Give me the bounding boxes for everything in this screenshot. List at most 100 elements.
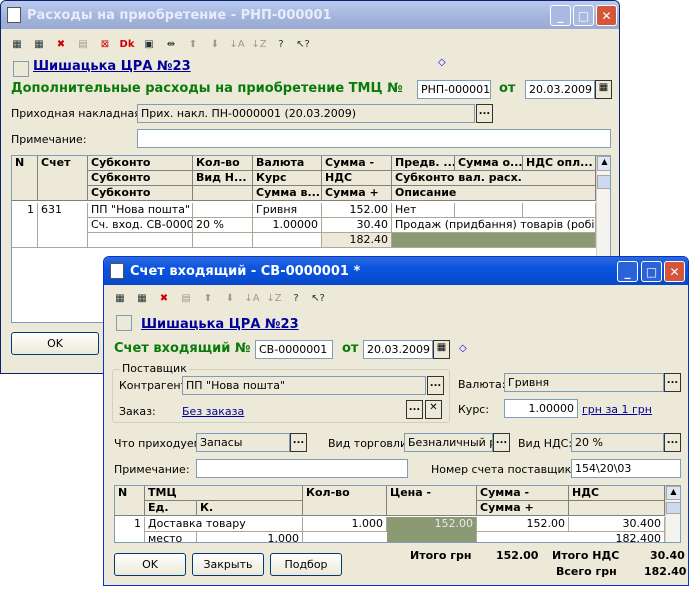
up-icon[interactable]: ⬆ <box>183 35 203 53</box>
minimize-button[interactable]: _ <box>550 5 571 26</box>
doc-number-field[interactable]: СВ-0000001 <box>255 340 333 359</box>
row-unit[interactable]: место <box>145 532 197 542</box>
col-pred[interactable]: Предв. ... <box>392 156 455 171</box>
org-box[interactable] <box>116 315 132 331</box>
delete-row-icon[interactable]: ✖ <box>154 289 174 307</box>
row-sum[interactable]: 152.00 <box>322 203 392 218</box>
col-k[interactable]: К. <box>197 501 303 516</box>
row-pred[interactable]: Нет <box>392 203 455 218</box>
row-sum-cur[interactable] <box>253 233 322 248</box>
sort-desc-icon[interactable]: ↓Z <box>264 289 284 307</box>
row-rate[interactable]: 1.00000 <box>253 218 322 233</box>
form-icon[interactable]: ▣ <box>139 35 159 53</box>
col-sum[interactable]: Сумма - <box>477 486 569 501</box>
row-empty[interactable] <box>193 233 253 248</box>
row-qty[interactable] <box>193 203 253 218</box>
col-currency[interactable]: Валюта <box>253 156 322 171</box>
delete-row-icon[interactable]: ✖ <box>51 35 71 53</box>
title-bar[interactable]: Счет входящий - СВ-0000001 * <box>104 257 688 285</box>
select-button[interactable]: Подбор <box>270 553 342 576</box>
doc-date-field[interactable]: 20.03.2009 <box>363 340 433 359</box>
context-help-icon[interactable]: ↖? <box>308 289 328 307</box>
col-rate[interactable]: Курс <box>253 171 322 186</box>
toggle-icon[interactable]: ◇ <box>438 57 446 68</box>
row-n[interactable]: 1 <box>115 517 145 542</box>
row-price[interactable]: 152.00 <box>387 517 477 542</box>
delete-mark-icon[interactable]: ⊠ <box>95 35 115 53</box>
row-sum[interactable]: 152.00 <box>477 517 569 532</box>
col-n[interactable]: N <box>115 486 145 516</box>
col-qty[interactable]: Кол-во <box>303 486 387 516</box>
minimize-button[interactable]: _ <box>617 261 638 282</box>
calendar-icon[interactable]: ▦ <box>433 340 450 359</box>
context-help-icon[interactable]: ↖? <box>293 35 313 53</box>
sort-asc-icon[interactable]: ↓A <box>242 289 262 307</box>
title-bar[interactable]: Расходы на приобретение - РНП-000001 <box>1 1 619 29</box>
organization-link[interactable]: Шишацька ЦРА №23 <box>141 317 299 332</box>
close-button[interactable]: ✕ <box>664 261 685 282</box>
doc-number-field[interactable]: РНП-000001 <box>417 80 491 99</box>
contractor-field[interactable]: ПП "Нова пошта" <box>182 376 426 395</box>
row-sub1[interactable]: ПП "Нова пошта" <box>88 203 193 218</box>
copy-row-icon[interactable]: ▦ <box>132 289 152 307</box>
ok-button[interactable]: OK <box>11 332 99 355</box>
copy-row-icon[interactable]: ▦ <box>29 35 49 53</box>
incoming-select-button[interactable]: ... <box>290 433 307 452</box>
col-sum-o[interactable]: Сумма о... <box>455 156 523 171</box>
col-subkonto3[interactable]: Субконто <box>88 186 193 201</box>
row-sum-o[interactable] <box>455 203 523 218</box>
contractor-select-button[interactable]: ... <box>427 376 444 395</box>
row-vat[interactable]: 30.400 <box>569 517 665 532</box>
scroll-thumb[interactable] <box>597 175 610 189</box>
col-sum-plus[interactable]: Сумма + <box>322 186 392 201</box>
sort-desc-icon[interactable]: ↓Z <box>249 35 269 53</box>
organization-link[interactable]: Шишацька ЦРА №23 <box>33 59 191 74</box>
scroll-up-icon[interactable]: ▲ <box>666 486 680 500</box>
maximize-button[interactable]: □ <box>573 5 594 26</box>
col-unit[interactable]: Ед. <box>145 501 197 516</box>
down-icon[interactable]: ⬇ <box>220 289 240 307</box>
row-account[interactable]: 631 <box>38 203 88 248</box>
col-sum[interactable]: Сумма - <box>322 156 392 171</box>
col-subkonto1[interactable]: Субконто <box>88 156 193 171</box>
invoice-select-button[interactable]: ... <box>476 104 493 123</box>
col-qty[interactable]: Кол-во <box>193 156 253 171</box>
org-box[interactable] <box>13 61 29 77</box>
vat-type-field[interactable]: 20 % <box>571 433 664 452</box>
row-sum-plus[interactable]: 182.40 <box>322 233 392 248</box>
note-field[interactable] <box>196 459 408 478</box>
up-icon[interactable]: ⬆ <box>198 289 218 307</box>
col-vat[interactable]: НДС <box>322 171 392 186</box>
calendar-icon[interactable]: ▦ <box>595 80 612 99</box>
scroll-thumb[interactable] <box>666 502 680 514</box>
add-row-icon[interactable]: ▦ <box>110 289 130 307</box>
scroll-up-icon[interactable]: ▲ <box>597 156 610 171</box>
col-subkonto2[interactable]: Субконто <box>88 171 193 186</box>
col-desc[interactable]: Описание <box>392 186 596 201</box>
row-sub2[interactable]: Сч. вход. СВ-000000 <box>88 218 193 233</box>
close-button[interactable]: ✕ <box>596 5 617 26</box>
currency-select-button[interactable]: ... <box>664 373 681 392</box>
trade-select-button[interactable]: ... <box>493 433 510 452</box>
row-selected-cell[interactable] <box>392 233 596 248</box>
col-tmc[interactable]: ТМЦ <box>145 486 303 501</box>
doc-date-field[interactable]: 20.03.2009 <box>525 80 595 99</box>
sort-asc-icon[interactable]: ↓A <box>227 35 247 53</box>
order-link[interactable]: Без заказа <box>182 405 244 418</box>
col-sum-plus[interactable]: Сумма + <box>477 501 569 516</box>
help-icon[interactable]: ? <box>286 289 306 307</box>
edit-row-icon[interactable]: ▤ <box>73 35 93 53</box>
row-tmc[interactable]: Доставка товару <box>145 517 303 532</box>
currency-field[interactable]: Гривня <box>504 373 664 392</box>
add-row-icon[interactable]: ▦ <box>7 35 27 53</box>
move-icon[interactable]: ⇹ <box>161 35 181 53</box>
table-scrollbar[interactable]: ▲ <box>665 486 680 542</box>
row-vat[interactable]: 30.40 <box>322 218 392 233</box>
col-sum-cur[interactable]: Сумма в... <box>253 186 322 201</box>
order-select-button[interactable]: ... <box>406 400 423 419</box>
row-n[interactable]: 1 <box>12 203 38 248</box>
row-sub3[interactable] <box>88 233 193 248</box>
col-price[interactable]: Цена - <box>387 486 477 516</box>
row-k[interactable]: 1.000 <box>197 532 303 542</box>
dk-icon[interactable]: Dk <box>117 35 137 53</box>
